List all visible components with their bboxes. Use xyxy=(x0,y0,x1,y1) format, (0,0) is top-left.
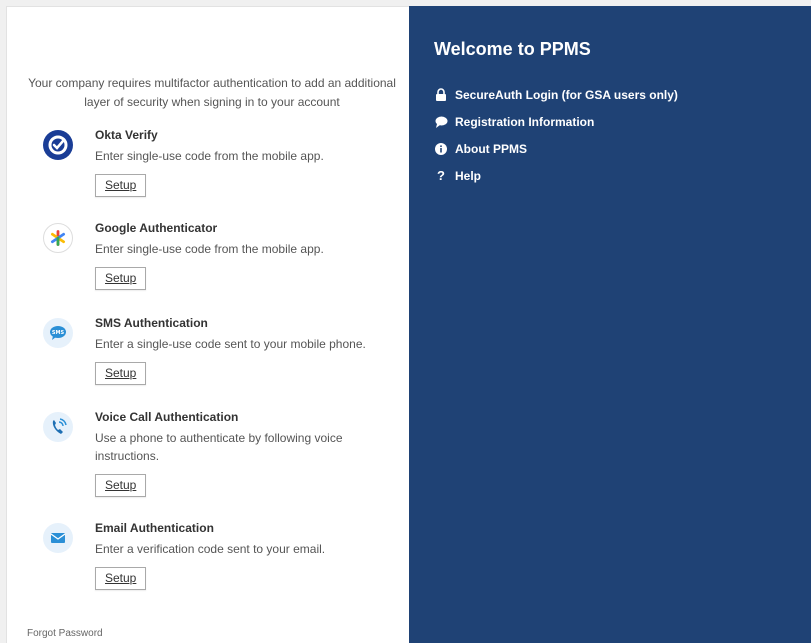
svg-text:SMS: SMS xyxy=(52,330,65,336)
sidebar-item-registration-information[interactable]: Registration Information xyxy=(433,108,678,135)
factor-title: Google Authenticator xyxy=(95,221,218,235)
email-icon xyxy=(43,523,73,553)
email-setup-button[interactable]: Setup xyxy=(95,567,147,590)
factor-description: Enter single-use code from the mobile ap… xyxy=(95,149,324,163)
sidebar-item-label: About PPMS xyxy=(455,141,527,156)
sidebar-item-secureauth-login[interactable]: SecureAuth Login (for GSA users only) xyxy=(433,81,678,108)
voice-call-setup-button[interactable]: Setup xyxy=(95,474,147,497)
sidebar-item-label: Registration Information xyxy=(455,114,595,129)
factor-title: Voice Call Authentication xyxy=(95,410,239,424)
sms-icon: SMS xyxy=(43,318,73,348)
info-icon xyxy=(433,141,449,157)
okta-verify-setup-button[interactable]: Setup xyxy=(95,174,147,197)
google-authenticator-icon xyxy=(43,223,73,253)
mfa-enrollment-panel: Your company requires multifactor authen… xyxy=(6,6,409,643)
factor-description: Enter a verification code sent to your e… xyxy=(95,542,326,556)
intro-text: Your company requires multifactor authen… xyxy=(28,76,396,109)
factor-title: SMS Authentication xyxy=(95,316,208,330)
lock-icon xyxy=(433,87,449,103)
sms-setup-button[interactable]: Setup xyxy=(95,362,147,385)
factor-title: Okta Verify xyxy=(95,128,158,142)
sidebar-item-about-ppms[interactable]: About PPMS xyxy=(433,135,678,162)
sidebar-item-help[interactable]: ? Help xyxy=(433,162,678,189)
info-sidebar: Welcome to PPMS SecureAuth Login (for GS… xyxy=(409,6,811,643)
speech-bubble-icon xyxy=(433,114,449,130)
sidebar-item-label: SecureAuth Login (for GSA users only) xyxy=(455,87,678,102)
google-authenticator-setup-button[interactable]: Setup xyxy=(95,267,147,290)
factor-description: Enter single-use code from the mobile ap… xyxy=(95,242,324,256)
sidebar-item-label: Help xyxy=(455,168,482,183)
forgot-password-link[interactable]: Forgot Password xyxy=(27,628,103,639)
sidebar-menu: SecureAuth Login (for GSA users only) Re… xyxy=(433,81,678,189)
factor-title: Email Authentication xyxy=(95,521,214,535)
factor-description: Use a phone to authenticate by following… xyxy=(95,431,343,463)
question-icon: ? xyxy=(437,168,445,183)
okta-verify-icon xyxy=(43,130,73,160)
sidebar-title: Welcome to PPMS xyxy=(434,39,591,59)
voice-call-icon xyxy=(43,412,73,442)
factor-description: Enter a single-use code sent to your mob… xyxy=(95,337,366,351)
